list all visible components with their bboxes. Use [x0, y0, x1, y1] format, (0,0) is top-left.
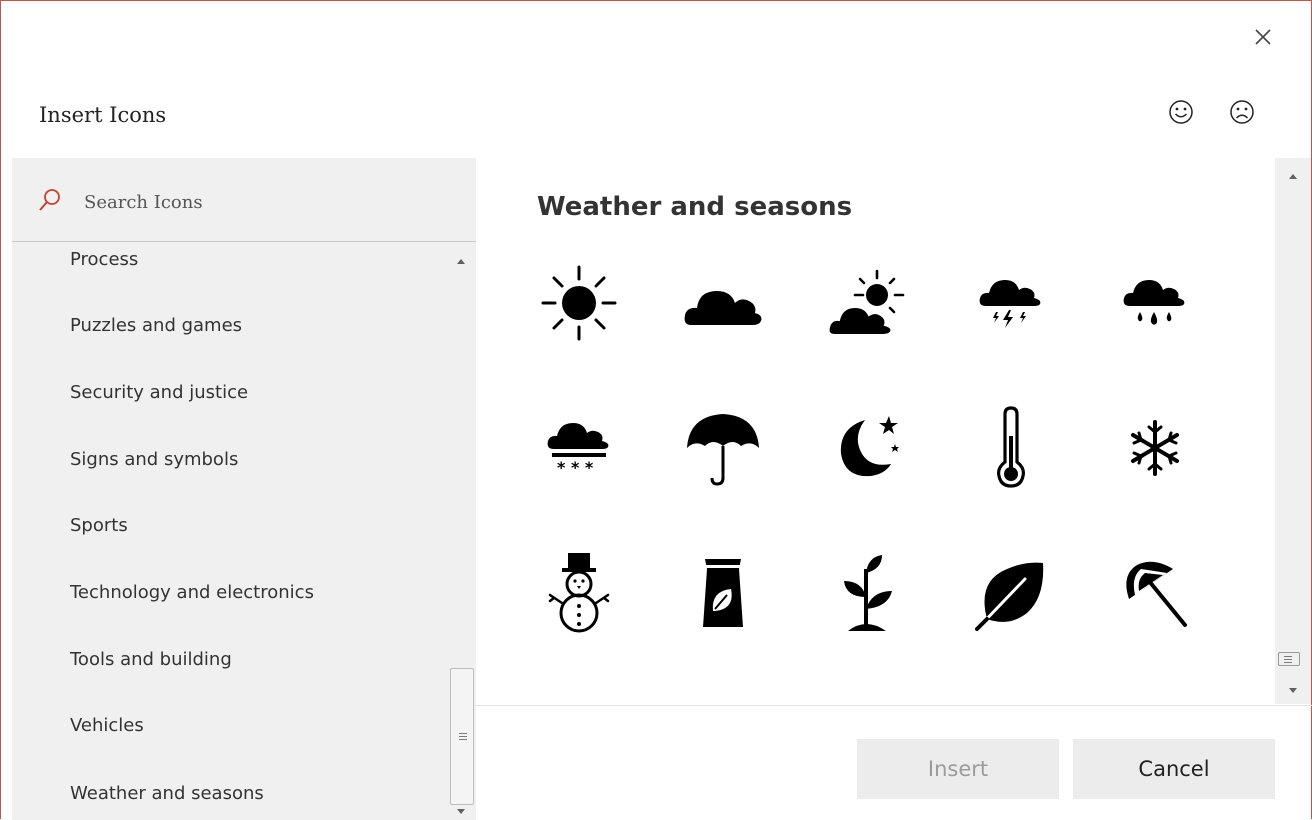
footer-divider [476, 705, 1312, 706]
icon-tile-beach-umbrella[interactable] [1100, 543, 1210, 643]
umbrella-icon [687, 414, 759, 486]
send-smile-button[interactable] [1166, 97, 1196, 127]
insert-button[interactable]: Insert [857, 739, 1059, 799]
smiley-face-icon [1169, 100, 1193, 124]
icon-tile-snowman[interactable] [524, 543, 634, 643]
category-item-sports[interactable]: Sports [70, 515, 128, 536]
grip-line [1284, 662, 1292, 663]
grip-line [1284, 659, 1292, 660]
thermometer-icon [997, 406, 1025, 488]
insert-icons-dialog: Insert Icons Process Puzzles and game [0, 0, 1312, 820]
scroll-up-arrow-icon[interactable] [1289, 174, 1297, 179]
svg-text:* * *: * * * [557, 458, 594, 477]
grip-line [459, 739, 467, 740]
search-icon [39, 189, 60, 211]
grip-line [1284, 656, 1292, 657]
icon-tile-seed-bag[interactable] [668, 543, 778, 643]
moon-and-stars-icon [840, 416, 899, 477]
beach-umbrella-icon [1126, 561, 1187, 627]
icon-tile-partly-sunny[interactable] [812, 253, 922, 353]
cloud-icon [684, 291, 762, 325]
icon-tile-rain[interactable] [1100, 253, 1210, 353]
icon-tile-thunderstorm[interactable] [956, 253, 1066, 353]
category-item-technology-and-electronics[interactable]: Technology and electronics [70, 582, 314, 603]
snowman-icon [548, 553, 610, 633]
icon-tile-moon-and-stars[interactable] [812, 398, 922, 498]
category-item-signs-and-symbols[interactable]: Signs and symbols [70, 449, 238, 470]
icon-tile-snow-cloud[interactable]: * * * [524, 398, 634, 498]
category-item-weather-and-seasons[interactable]: Weather and seasons [70, 783, 264, 804]
category-panel: Process Puzzles and games Security and j… [12, 158, 476, 820]
partly-sunny-icon [827, 269, 905, 336]
section-title: Weather and seasons [537, 192, 853, 222]
icon-tile-snowflake[interactable] [1100, 398, 1210, 498]
dialog-title: Insert Icons [39, 103, 167, 127]
scroll-down-arrow-icon[interactable] [1289, 688, 1297, 693]
icon-tile-umbrella[interactable] [668, 398, 778, 498]
category-item-puzzles-and-games[interactable]: Puzzles and games [70, 315, 242, 336]
snowflake-icon [1131, 420, 1179, 476]
scroll-up-arrow-icon[interactable] [457, 259, 465, 264]
close-button[interactable] [1249, 23, 1277, 51]
cancel-button[interactable]: Cancel [1073, 739, 1275, 799]
snow-cloud-icon: * * * [547, 423, 609, 477]
close-icon [1255, 29, 1271, 45]
category-item-process[interactable]: Process [70, 249, 138, 270]
icon-gallery: Weather and seasons * * * [476, 158, 1275, 704]
category-list: Process Puzzles and games Security and j… [12, 243, 448, 820]
gallery-scrollbar[interactable] [1275, 158, 1311, 704]
rain-icon [1123, 280, 1185, 325]
send-frown-button[interactable] [1227, 97, 1257, 127]
icon-tile-cloud[interactable] [668, 253, 778, 353]
seed-bag-icon [703, 559, 743, 627]
category-scrollbar-thumb[interactable] [450, 668, 474, 805]
category-item-tools-and-building[interactable]: Tools and building [70, 649, 232, 670]
sun-icon [541, 265, 617, 341]
frowny-face-icon [1230, 100, 1254, 124]
grip-line [459, 733, 467, 734]
category-item-security-and-justice[interactable]: Security and justice [70, 382, 248, 403]
search-box [12, 158, 476, 242]
thunderstorm-icon [979, 280, 1041, 328]
leaf-icon [975, 562, 1044, 631]
category-scrollbar[interactable] [449, 243, 476, 820]
scrollbar-grip-icon[interactable] [1278, 652, 1300, 666]
icon-tile-sprout[interactable] [812, 543, 922, 643]
scroll-down-arrow-icon[interactable] [457, 809, 465, 814]
search-input[interactable] [84, 186, 454, 218]
icon-tile-thermometer[interactable] [956, 398, 1066, 498]
icon-tile-leaf[interactable] [956, 543, 1066, 643]
sprout-icon [844, 555, 892, 631]
category-item-vehicles[interactable]: Vehicles [70, 715, 144, 736]
icon-tile-sun[interactable] [524, 253, 634, 353]
grip-line [459, 736, 467, 737]
